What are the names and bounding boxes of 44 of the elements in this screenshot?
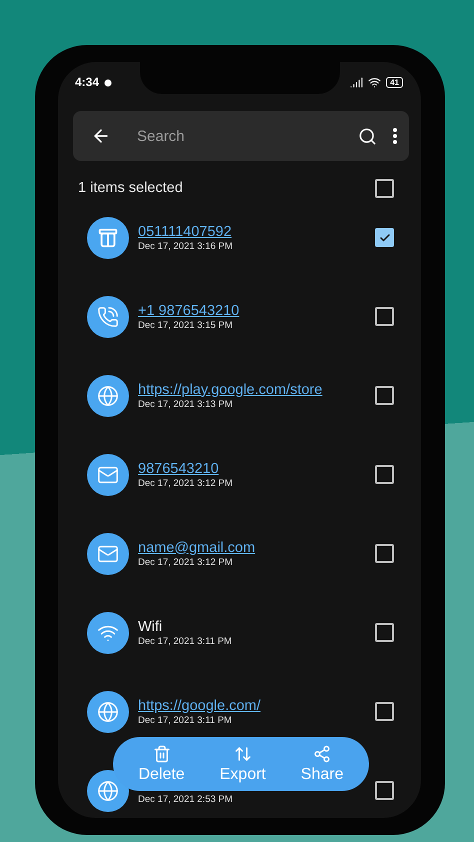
search-input[interactable]: Search <box>135 120 344 152</box>
selection-count: 1 items selected <box>78 180 183 196</box>
more-menu-button[interactable] <box>391 126 399 146</box>
item-title: Wifi <box>138 618 164 634</box>
globe-icon <box>97 700 119 722</box>
item-link[interactable]: 9876543210 <box>138 460 366 476</box>
item-checkbox[interactable] <box>375 465 394 484</box>
swap-arrows-icon <box>234 744 252 762</box>
item-date: Dec 17, 2021 3:12 PM <box>138 478 234 488</box>
item-checkbox[interactable] <box>375 307 394 326</box>
item-checkbox[interactable] <box>375 702 394 721</box>
item-date: Dec 17, 2021 3:15 PM <box>138 320 234 330</box>
search-icon <box>358 126 377 146</box>
trash-icon <box>152 744 171 762</box>
item-checkbox[interactable] <box>375 544 394 563</box>
item-checkbox[interactable] <box>375 386 394 405</box>
notification-icon <box>104 78 112 86</box>
signal-icon <box>350 76 364 88</box>
more-dots-icon <box>393 128 397 144</box>
item-date: Dec 17, 2021 3:12 PM <box>138 556 234 568</box>
box-icon <box>97 226 119 248</box>
item-link[interactable]: https://google.com/ <box>138 698 366 714</box>
item-checkbox[interactable] <box>375 623 394 642</box>
status-time: 4:34 <box>75 75 100 89</box>
phone-icon <box>97 306 119 328</box>
search-field[interactable]: Search <box>73 111 409 161</box>
item-link[interactable]: +1 9876543210 <box>138 302 366 318</box>
item-link[interactable]: https://play.google.com/store <box>138 382 366 398</box>
wifi-status-icon <box>368 76 382 88</box>
item-link[interactable]: 051111407592 <box>138 224 366 240</box>
check-icon <box>378 232 390 244</box>
item-date: Dec 17, 2021 3:16 PM <box>138 240 234 252</box>
item-date: Dec 17, 2021 2:53 PM <box>138 794 234 805</box>
item-date: Dec 17, 2021 3:11 PM <box>138 714 233 726</box>
item-date: Dec 17, 2021 3:11 PM <box>138 636 233 646</box>
item-date: Dec 17, 2021 3:13 PM <box>138 398 234 410</box>
item-checkbox[interactable] <box>375 781 394 800</box>
battery-level: 41 <box>386 76 403 88</box>
share-icon <box>313 744 332 762</box>
item-checkbox[interactable] <box>375 228 394 247</box>
globe-icon <box>97 384 119 406</box>
select-all-checkbox[interactable] <box>375 178 394 198</box>
globe-icon <box>97 780 119 802</box>
item-link[interactable]: name@gmail.com <box>138 540 366 556</box>
